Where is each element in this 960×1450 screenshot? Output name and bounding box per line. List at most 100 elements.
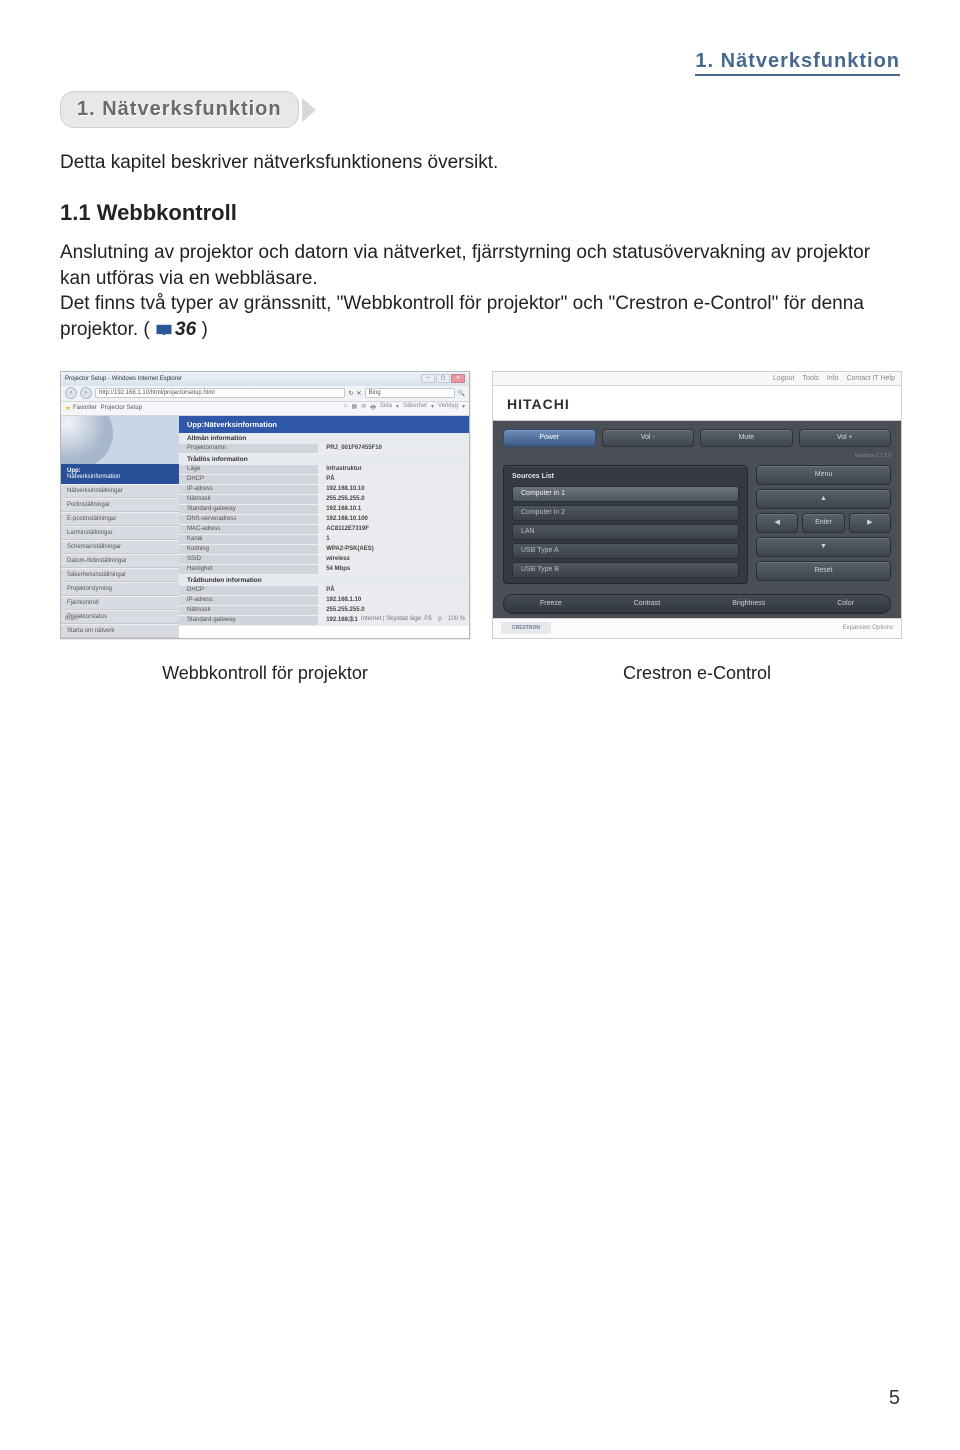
favorites-button[interactable]: Favoriter — [65, 405, 97, 411]
color-button[interactable]: Color — [837, 600, 854, 607]
source-item[interactable]: LAN — [512, 524, 739, 540]
link-info[interactable]: Info — [827, 375, 839, 382]
forward-button[interactable]: › — [80, 387, 92, 399]
row-value: 255.255.255.0 — [318, 494, 469, 504]
search-field[interactable]: Bing — [365, 388, 455, 398]
stop-icon[interactable]: ✕ — [356, 390, 361, 397]
row-key: SSID — [179, 554, 318, 564]
vol-up-button[interactable]: Vol + — [799, 429, 892, 447]
status-security: Internet | Skyddat läge: På — [361, 616, 432, 622]
sidebar-item[interactable]: Portinställningar — [61, 498, 179, 512]
sidebar-item[interactable]: Projektorstyrning — [61, 582, 179, 596]
contrast-button[interactable]: Contrast — [634, 600, 660, 607]
brightness-button[interactable]: Brightness — [732, 600, 765, 607]
crestron-footer: CRESTRON Expansion Options — [493, 618, 901, 638]
table-row: DHCPPÅ — [179, 474, 469, 484]
source-item[interactable]: USB Type B — [512, 562, 739, 578]
row-value: PRJ_001F67455F10 — [318, 444, 469, 454]
row-key: Standard-gateway — [179, 615, 318, 625]
zoom-icon: ⚲ — [438, 616, 442, 623]
table-row: Nätmask255.255.255.0 — [179, 605, 469, 615]
left-button[interactable]: ◀ — [756, 513, 798, 533]
row-key: IP-adress — [179, 595, 318, 605]
table-row: DNS-serveradress192.168.10.100 — [179, 514, 469, 524]
right-button[interactable]: ▶ — [849, 513, 891, 533]
row-value: 192.168.10.100 — [318, 514, 469, 524]
link-contact[interactable]: Contact IT Help — [846, 375, 895, 382]
down-button[interactable]: ▼ — [756, 537, 891, 557]
sidebar-item[interactable]: Datum-/tidinställningar — [61, 554, 179, 568]
link-tools[interactable]: Tools — [802, 375, 818, 382]
toolbar-safety[interactable]: Säkerhet — [403, 403, 427, 413]
chapter-intro: Detta kapitel beskriver nätverksfunktion… — [60, 152, 900, 174]
url-field[interactable]: http://192.168.1.10/html/projectorsetup.… — [95, 388, 345, 398]
status-shield-icon: 🛡 — [347, 616, 355, 623]
minimize-button[interactable]: – — [421, 374, 435, 383]
maximize-button[interactable]: ▢ — [436, 374, 450, 383]
tab-projector-setup[interactable]: Projector Setup — [101, 405, 142, 411]
freeze-button[interactable]: Freeze — [540, 600, 562, 607]
search-icon[interactable]: 🔍 — [458, 390, 465, 397]
up-button[interactable]: ▲ — [756, 489, 891, 509]
source-item[interactable]: Computer in 2 — [512, 505, 739, 521]
mute-button[interactable]: Mute — [700, 429, 793, 447]
sidebar-hero-image — [61, 416, 179, 464]
section-general: Allmän information — [179, 433, 469, 444]
sources-panel: Sources List Computer in 1Computer in 2L… — [503, 465, 748, 584]
row-key: Standard-gateway — [179, 504, 318, 514]
figure2-caption: Crestron e-Control — [623, 663, 771, 684]
reset-button[interactable]: Reset — [756, 561, 891, 581]
sidebar-item[interactable]: Starta om nätverk — [61, 624, 179, 638]
sidebar-item[interactable]: Fjärrkontroll — [61, 596, 179, 610]
favorites-bar: Favoriter Projector Setup ⌂ ▦ ✉ 🖶 Sida▾ … — [61, 402, 469, 416]
sidebar-item[interactable]: Säkerhetsinställningar — [61, 568, 179, 582]
close-button[interactable]: ✕ — [451, 374, 465, 383]
sidebar-item[interactable]: Projektorstatus — [61, 610, 179, 624]
vol-down-button[interactable]: Vol - — [602, 429, 695, 447]
sidebar-item[interactable]: Nätverksinställningar — [61, 484, 179, 498]
main-panel-title: Upp:Nätverksinformation — [179, 416, 469, 433]
table-row: Nätmask255.255.255.0 — [179, 494, 469, 504]
source-item[interactable]: USB Type A — [512, 543, 739, 559]
sidebar-item[interactable]: Larminställningar — [61, 526, 179, 540]
row-value: 1 — [318, 534, 469, 544]
reference-number: 36 — [175, 319, 196, 340]
chapter-badge-text: 1. Nätverksfunktion — [60, 91, 299, 128]
source-item[interactable]: Computer in 1 — [512, 486, 739, 502]
expansion-options[interactable]: Expansion Options — [843, 625, 893, 631]
power-button[interactable]: Power — [503, 429, 596, 447]
table-row: Kanal1 — [179, 534, 469, 544]
row-key: Hastighet — [179, 564, 318, 574]
sidebar-item[interactable]: E-postinställningar — [61, 512, 179, 526]
running-header-text: 1. Nätverksfunktion — [695, 50, 900, 76]
enter-button[interactable]: Enter — [802, 513, 844, 533]
running-header: 1. Nätverksfunktion — [60, 50, 900, 73]
row-key: DHCP — [179, 586, 318, 596]
refresh-icon[interactable]: ↻ — [348, 390, 353, 397]
brand-logo-text: HITACHI — [507, 396, 570, 412]
menu-button[interactable]: Menu — [756, 465, 891, 485]
row-key: DNS-serveradress — [179, 514, 318, 524]
link-logout[interactable]: Logout — [773, 375, 794, 382]
section-wired: Trådbunden information — [179, 575, 469, 586]
row-value: 192.168.10.10 — [318, 484, 469, 494]
home-icon[interactable]: ⌂ — [344, 403, 348, 413]
table-row: SSIDwireless — [179, 554, 469, 564]
toolbar-tools[interactable]: Verktyg — [438, 403, 458, 413]
row-value: AC8112E7319F — [318, 524, 469, 534]
sidebar-item[interactable]: Schemainställningar — [61, 540, 179, 554]
row-value: 255.255.255.0 — [318, 605, 469, 615]
row-key: IP-adress — [179, 484, 318, 494]
back-button[interactable]: ‹ — [65, 387, 77, 399]
feed-icon[interactable]: ▦ — [352, 403, 358, 413]
sidebar-item[interactable]: Anslutningstest — [61, 638, 179, 639]
table-row: Standard-gateway192.168.10.1 — [179, 504, 469, 514]
table-row: LägeInfrastruktur — [179, 465, 469, 475]
row-key: Läge — [179, 465, 318, 475]
section-body-end: ) — [201, 319, 207, 340]
mail-icon[interactable]: ✉ — [361, 403, 366, 413]
table-row: IP-adress192.168.1.10 — [179, 595, 469, 605]
print-icon[interactable]: 🖶 — [370, 403, 376, 413]
sidebar-item-selected[interactable]: Upp: Nätverksinformation — [61, 464, 179, 484]
toolbar-page[interactable]: Sida — [380, 403, 392, 413]
